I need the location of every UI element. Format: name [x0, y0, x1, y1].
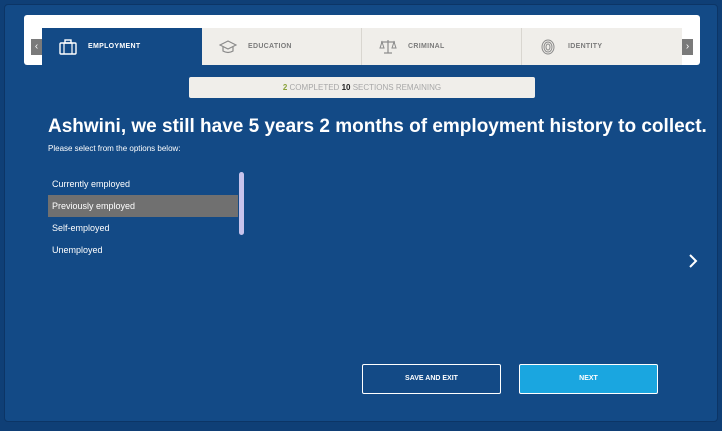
- option-previously-employed[interactable]: Previously employed: [48, 195, 238, 217]
- completed-label: COMPLETED: [289, 83, 340, 92]
- tab-criminal-label: CRIMINAL: [408, 43, 445, 50]
- scales-icon: [378, 37, 398, 57]
- tab-criminal[interactable]: CRIMINAL: [362, 28, 522, 65]
- graduation-cap-icon: [218, 37, 238, 57]
- tab-identity[interactable]: IDENTITY: [522, 28, 682, 65]
- progress-indicator: 2 COMPLETED 10 SECTIONS REMAINING: [189, 77, 535, 98]
- option-currently-employed[interactable]: Currently employed: [48, 173, 238, 195]
- next-button[interactable]: NEXT: [519, 364, 658, 394]
- tab-employment[interactable]: EMPLOYMENT: [42, 28, 202, 65]
- completed-count: 2: [282, 83, 288, 92]
- fingerprint-icon: [538, 37, 558, 57]
- remaining-label: SECTIONS REMAINING: [352, 83, 442, 92]
- tab-education-label: EDUCATION: [248, 43, 292, 50]
- list-scrollbar[interactable]: [239, 172, 244, 235]
- tabs-scroll-left-button[interactable]: ‹: [31, 39, 42, 55]
- option-self-employed[interactable]: Self-employed: [48, 217, 238, 239]
- chevron-right-icon[interactable]: [686, 252, 700, 270]
- page-title: Ashwini, we still have 5 years 2 months …: [48, 116, 707, 137]
- save-and-exit-button[interactable]: SAVE AND EXIT: [362, 364, 501, 394]
- employment-status-list: Currently employed Previously employed S…: [48, 173, 238, 261]
- remaining-count: 10: [341, 83, 351, 92]
- option-unemployed[interactable]: Unemployed: [48, 239, 238, 261]
- tab-identity-label: IDENTITY: [568, 43, 603, 50]
- briefcase-icon: [58, 37, 78, 57]
- tabs-scroll-right-button[interactable]: ›: [682, 39, 693, 55]
- section-tab-bar: ‹ EMPLOYMENT EDUCATION CRIMINAL IDENTITY…: [24, 15, 700, 65]
- instructions-text: Please select from the options below:: [48, 144, 181, 153]
- tab-employment-label: EMPLOYMENT: [88, 43, 141, 50]
- tab-education[interactable]: EDUCATION: [202, 28, 362, 65]
- section-tabs: EMPLOYMENT EDUCATION CRIMINAL IDENTITY: [42, 28, 682, 65]
